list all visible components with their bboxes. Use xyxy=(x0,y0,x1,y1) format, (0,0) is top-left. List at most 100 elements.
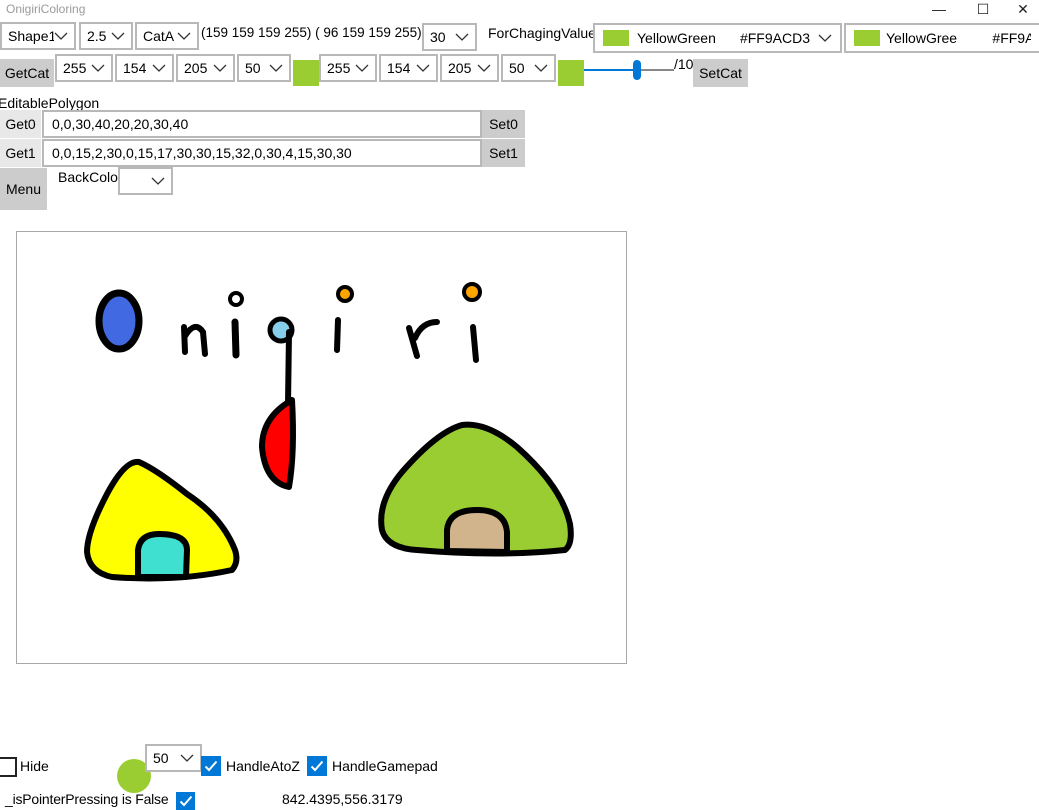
editable-polygon-label: EditablePolygon xyxy=(0,95,100,111)
letter-g-tail xyxy=(285,329,292,407)
pointer-checkbox[interactable] xyxy=(176,792,195,810)
chevron-down-icon xyxy=(152,64,166,72)
letter-i-1-dot xyxy=(228,291,244,307)
get0-button[interactable]: Get0 xyxy=(0,110,41,138)
opacity-slider[interactable] xyxy=(584,60,674,80)
chevron-down-icon xyxy=(180,754,194,762)
chevron-down-icon xyxy=(177,32,191,40)
color-picker-1-hex: #FF9ACD3 xyxy=(739,30,810,46)
chevron-down-icon xyxy=(818,34,832,42)
handle-atoz-checkbox[interactable] xyxy=(201,756,221,776)
for-changing-values-label: ForChagingValues xyxy=(488,25,603,41)
coords-readout: 842.4395,556.3179 xyxy=(282,791,403,807)
thickness-select[interactable]: 2.5 xyxy=(79,22,133,50)
chevron-down-icon xyxy=(477,64,491,72)
hide-label: Hide xyxy=(20,758,49,774)
hide-checkbox[interactable] xyxy=(0,757,17,777)
size-select[interactable]: 30 xyxy=(422,23,477,51)
get1-button[interactable]: Get1 xyxy=(0,139,41,167)
brush-size-value: 50 xyxy=(153,750,169,766)
handle-gamepad-label: HandleGamepad xyxy=(332,758,438,774)
set0-button[interactable]: Set0 xyxy=(482,110,525,138)
color-picker-2-swatch xyxy=(854,30,880,46)
color-picker-2-name: YellowGreen xyxy=(886,30,959,46)
title-bar: OnigiriColoring — ☐ ✕ xyxy=(0,0,1039,18)
letter-n xyxy=(181,323,208,357)
chevron-down-icon xyxy=(534,64,548,72)
maximize-button[interactable]: ☐ xyxy=(963,0,1003,18)
set1-button[interactable]: Set1 xyxy=(482,139,525,167)
chevron-down-icon xyxy=(213,64,227,72)
left-red-value: 255 xyxy=(63,60,87,76)
red-leaf xyxy=(259,397,296,490)
window-title: OnigiriColoring xyxy=(6,2,86,16)
right-green-select[interactable]: 154 xyxy=(379,54,438,82)
size-select-value: 30 xyxy=(430,29,446,45)
thickness-select-value: 2.5 xyxy=(87,28,107,44)
drawing-canvas[interactable] xyxy=(16,231,627,664)
chevron-down-icon xyxy=(416,64,430,72)
color-picker-2[interactable]: YellowGreen #FF9A xyxy=(844,23,1039,53)
right-alpha-value: 50 xyxy=(509,60,525,76)
brush-size-select[interactable]: 50 xyxy=(145,744,202,772)
shape-select-value: Shape1 xyxy=(8,28,54,44)
check-icon xyxy=(204,760,218,772)
right-blue-select[interactable]: 205 xyxy=(440,54,499,82)
right-green-value: 154 xyxy=(387,60,411,76)
right-red-select[interactable]: 255 xyxy=(319,54,377,82)
left-blue-select[interactable]: 205 xyxy=(176,54,235,82)
setcat-button[interactable]: SetCat xyxy=(693,59,748,87)
letter-i-1 xyxy=(231,318,240,359)
onigiri-left-nori xyxy=(135,531,190,580)
slider-suffix: /10 xyxy=(674,56,694,72)
right-color-swatch xyxy=(558,60,584,86)
backcolor-label: BackColor xyxy=(58,169,123,185)
letter-i-3-dot xyxy=(462,282,482,302)
handle-gamepad-checkbox[interactable] xyxy=(307,756,327,776)
onigiri-right-nori xyxy=(444,507,510,555)
pointer-status: _isPointerPressing is False xyxy=(5,791,169,807)
close-button[interactable]: ✕ xyxy=(1003,0,1039,18)
right-blue-value: 205 xyxy=(448,60,472,76)
color-readout: (159 159 159 255) ( 96 159 159 255) 7 xyxy=(201,25,433,40)
polygon0-input[interactable]: 0,0,30,40,20,20,30,40 xyxy=(42,110,482,138)
left-green-select[interactable]: 154 xyxy=(115,54,174,82)
right-red-value: 255 xyxy=(327,60,351,76)
right-alpha-select[interactable]: 50 xyxy=(501,54,556,82)
left-color-swatch xyxy=(293,60,319,86)
letter-i-3 xyxy=(470,324,479,363)
chevron-down-icon xyxy=(91,64,105,72)
color-picker-2-hex: #FF9A xyxy=(992,30,1031,46)
slider-fill xyxy=(584,69,633,71)
chevron-down-icon xyxy=(54,32,68,40)
chevron-down-icon xyxy=(355,64,369,72)
menu-button[interactable]: Menu xyxy=(0,168,47,210)
category-select[interactable]: CatA xyxy=(135,22,199,50)
polygon1-input[interactable]: 0,0,15,2,30,0,15,17,30,30,15,32,0,30,4,1… xyxy=(42,139,482,167)
chevron-down-icon xyxy=(111,32,125,40)
color-picker-1[interactable]: YellowGreen #FF9ACD3 xyxy=(593,23,842,53)
left-alpha-value: 50 xyxy=(245,60,261,76)
chevron-down-icon xyxy=(455,33,469,41)
check-icon xyxy=(179,795,192,807)
color-picker-1-name: YellowGreen xyxy=(637,30,716,46)
slider-thumb[interactable] xyxy=(633,60,641,80)
slider-track xyxy=(641,69,674,71)
color-picker-1-swatch xyxy=(603,30,629,46)
chevron-down-icon xyxy=(151,177,165,185)
left-red-select[interactable]: 255 xyxy=(55,54,113,82)
shape-select[interactable]: Shape1 xyxy=(0,22,76,50)
getcat-button[interactable]: GetCat xyxy=(0,59,54,87)
left-green-value: 154 xyxy=(123,60,147,76)
chevron-down-icon xyxy=(269,64,283,72)
drawing-svg[interactable] xyxy=(17,232,626,663)
letter-i-2-dot xyxy=(336,285,354,303)
letter-r xyxy=(406,319,440,359)
category-select-value: CatA xyxy=(143,28,175,44)
letter-i-2 xyxy=(334,317,341,353)
check-icon xyxy=(310,760,324,772)
handle-atoz-label: HandleAtoZ xyxy=(226,758,300,774)
minimize-button[interactable]: — xyxy=(919,0,959,18)
left-alpha-select[interactable]: 50 xyxy=(237,54,291,82)
backcolor-select[interactable] xyxy=(118,167,173,195)
